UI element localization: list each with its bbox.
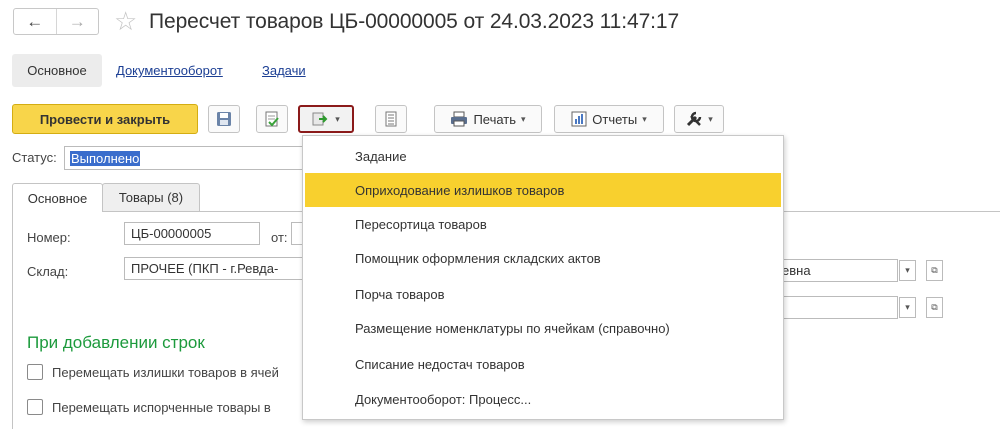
create-based-on-icon	[312, 112, 328, 126]
status-value: Выполнено	[70, 150, 141, 166]
printer-icon	[451, 111, 468, 127]
chevron-down-icon: ▾	[642, 113, 647, 124]
print-label: Печать	[473, 111, 517, 127]
structure-button[interactable]	[375, 105, 407, 133]
warehouse-label: Склад:	[27, 264, 69, 279]
chevron-down-icon: ▾	[521, 113, 526, 124]
post-document-icon	[265, 111, 279, 126]
menu-item-shortage-writeoff[interactable]: Списание недостач товаров	[303, 347, 783, 381]
back-arrow-icon: ←	[26, 11, 44, 31]
warehouse-field[interactable]: ПРОЧЕЕ (ПКП - г.Ревда-	[124, 257, 310, 280]
open-icon: ⧉	[931, 265, 938, 275]
extra-field[interactable]	[780, 296, 898, 319]
move-surplus-label: Перемещать излишки товаров в ячей	[52, 365, 279, 380]
tab-basic[interactable]: Основное	[12, 183, 103, 212]
reports-button[interactable]: Отчеты ▾	[554, 105, 664, 133]
list-icon	[385, 111, 397, 127]
menu-item-surplus-receipt[interactable]: Оприходование излишков товаров	[305, 173, 781, 207]
create-based-on-button[interactable]: ▾	[298, 105, 354, 133]
reports-icon	[571, 111, 587, 127]
post-and-close-button[interactable]: Провести и закрыть	[12, 104, 198, 134]
create-based-on-menu: Задание Оприходование излишков товаров П…	[302, 135, 784, 420]
print-button[interactable]: Печать ▾	[434, 105, 542, 133]
menu-item-docflow-process[interactable]: Документооборот: Процесс...	[303, 382, 783, 416]
extra-open-button[interactable]: ⧉	[926, 297, 943, 318]
page-title: Пересчет товаров ЦБ-00000005 от 24.03.20…	[149, 10, 680, 33]
menu-item-cell-placement[interactable]: Размещение номенклатуры по ячейкам (спра…	[303, 311, 783, 345]
status-label: Статус:	[12, 150, 57, 165]
chevron-down-icon: ▾	[905, 265, 910, 275]
favorite-star-icon[interactable]: ☆	[114, 6, 137, 36]
number-field[interactable]: ЦБ-00000005	[124, 222, 260, 245]
date-label: от:	[271, 230, 288, 245]
menu-item-warehouse-acts-assistant[interactable]: Помощник оформления складских актов	[303, 241, 783, 275]
reports-label: Отчеты	[592, 111, 638, 127]
chevron-down-icon: ▾	[708, 113, 713, 124]
extra-dropdown-button[interactable]: ▾	[899, 297, 916, 318]
status-field[interactable]: Выполнено	[64, 146, 314, 170]
menu-item-regrading[interactable]: Пересортица товаров	[303, 207, 783, 241]
move-surplus-checkbox[interactable]	[27, 364, 43, 380]
back-button[interactable]: ←	[14, 9, 56, 34]
tab-tasks[interactable]: Задачи	[262, 63, 306, 78]
tab-goods[interactable]: Товары (8)	[102, 183, 200, 211]
open-icon: ⧉	[931, 302, 938, 312]
tools-icon	[687, 111, 702, 127]
more-actions-button[interactable]: ▾	[674, 105, 724, 133]
responsible-dropdown-button[interactable]: ▾	[899, 260, 916, 281]
chevron-down-icon: ▾	[335, 113, 340, 124]
chevron-down-icon: ▾	[905, 302, 910, 312]
move-spoiled-label: Перемещать испорченные товары в	[52, 400, 271, 415]
nav-buttons: ← →	[13, 8, 99, 35]
save-button[interactable]	[208, 105, 240, 133]
move-spoiled-checkbox[interactable]	[27, 399, 43, 415]
responsible-open-button[interactable]: ⧉	[926, 260, 943, 281]
number-label: Номер:	[27, 230, 71, 245]
tab-document-flow[interactable]: Документооборот	[116, 63, 223, 78]
responsible-field[interactable]: евна	[780, 259, 898, 282]
post-button[interactable]	[256, 105, 288, 133]
section-heading: При добавлении строк	[27, 333, 205, 352]
tab-main[interactable]: Основное	[12, 54, 102, 87]
menu-item-spoilage[interactable]: Порча товаров	[303, 277, 783, 311]
forward-button[interactable]: →	[55, 9, 99, 34]
menu-item-task[interactable]: Задание	[303, 139, 783, 173]
save-icon	[217, 112, 231, 126]
forward-arrow-icon: →	[68, 11, 86, 31]
